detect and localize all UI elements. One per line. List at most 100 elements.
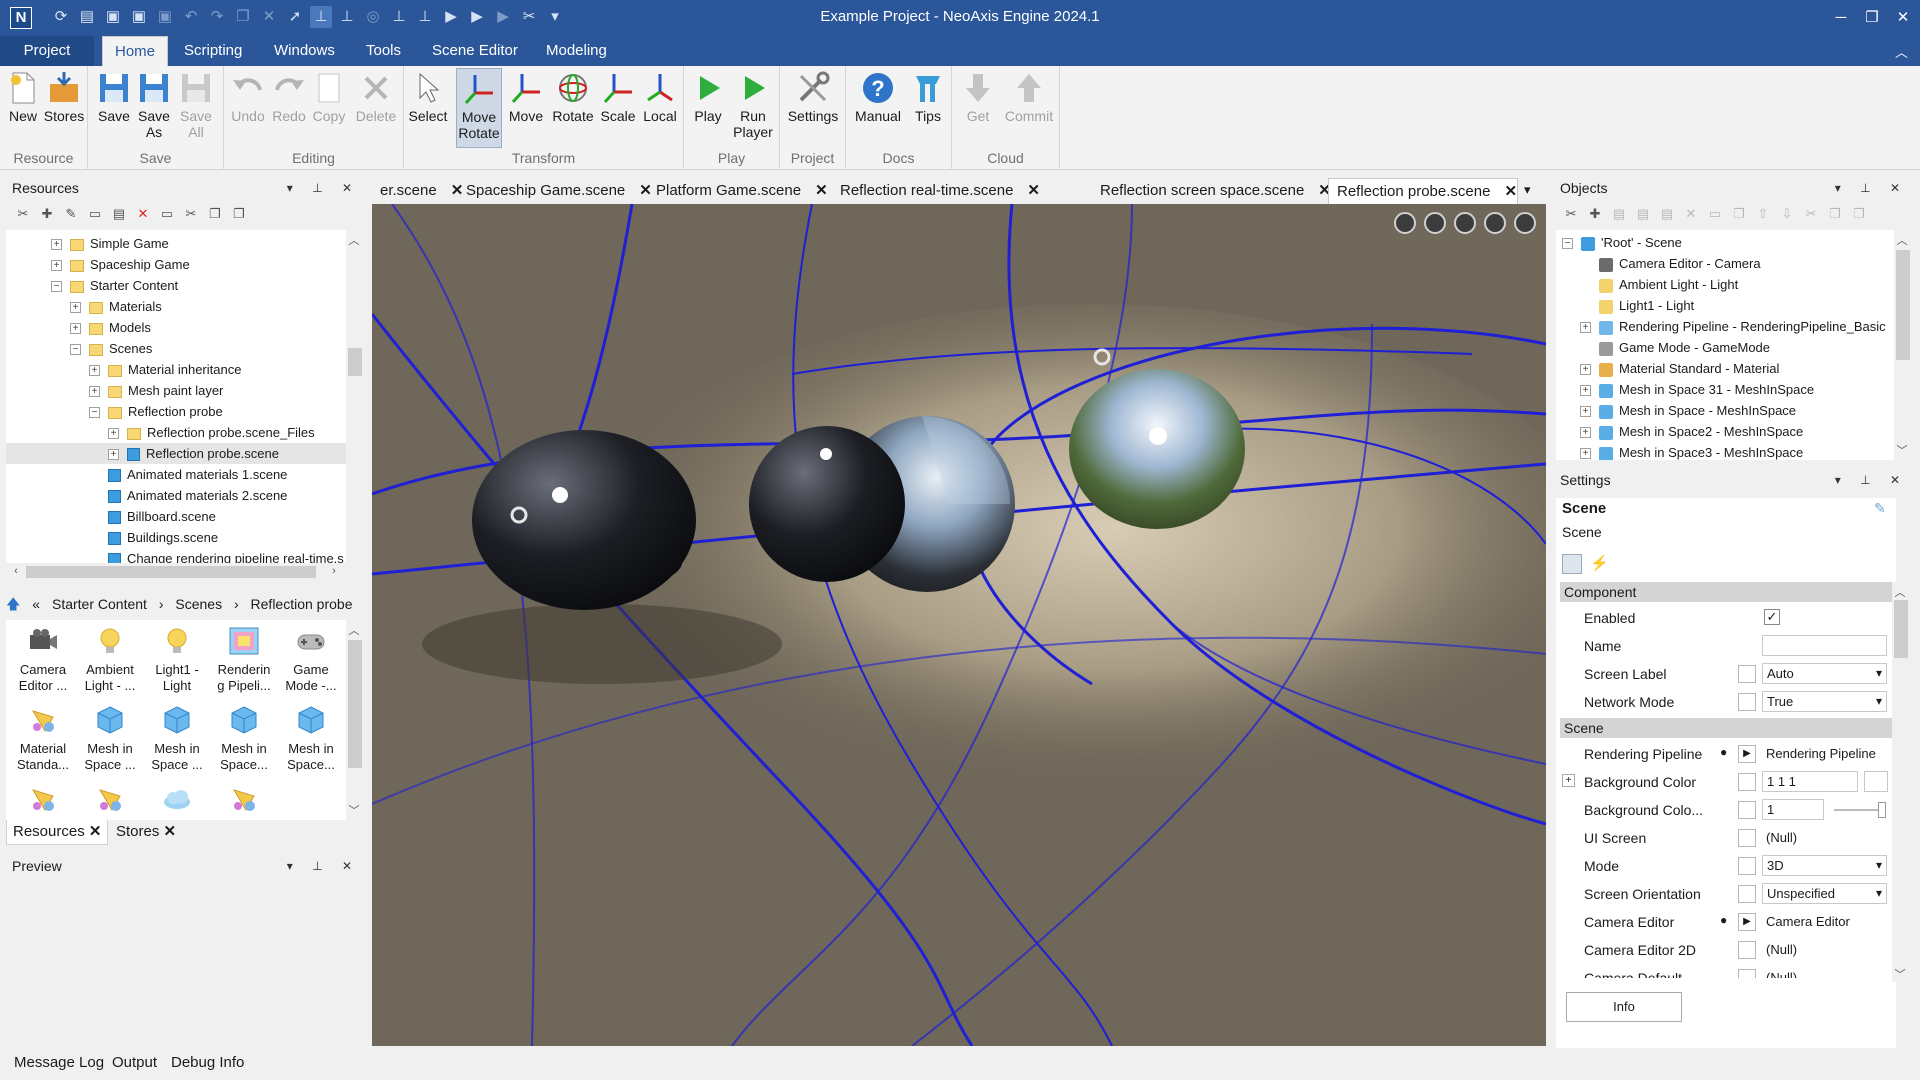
tab-scripting[interactable]: Scripting <box>172 36 254 66</box>
expand-icon[interactable]: + <box>1580 364 1591 376</box>
panel-controls[interactable]: ▾ ⊥ ✕ <box>1835 176 1908 200</box>
panel-controls[interactable]: ▾ ⊥ ✕ <box>287 176 360 200</box>
add-icon[interactable]: ✚ <box>1586 205 1604 223</box>
lighting-icon[interactable] <box>1454 212 1476 234</box>
panel-controls[interactable]: ▾ ⊥ ✕ <box>287 854 360 878</box>
resource-grid-item[interactable] <box>10 784 76 820</box>
copy-icon[interactable]: ❐ <box>206 205 224 223</box>
expand-icon[interactable]: + <box>1580 385 1591 397</box>
camera-default-reset[interactable] <box>1738 969 1756 978</box>
category-component[interactable]: Component <box>1560 582 1892 602</box>
name-field[interactable] <box>1762 635 1887 656</box>
resource-grid-item[interactable]: Game Mode -... <box>278 626 344 694</box>
tab-debug-info[interactable]: Debug Info <box>171 1054 244 1071</box>
expand-icon[interactable]: + <box>1580 427 1591 439</box>
camera-icon[interactable] <box>1514 212 1536 234</box>
manual-button[interactable]: ? Manual <box>852 68 904 148</box>
panel-controls[interactable]: ▾ ⊥ ✕ <box>1835 468 1908 492</box>
minimize-button[interactable]: ─ <box>1827 6 1855 30</box>
tab-project[interactable]: Project <box>0 36 94 66</box>
object-tree-item[interactable]: − 'Root' - Scene <box>1556 232 1682 253</box>
edit-icon[interactable]: ▤ <box>1610 205 1628 223</box>
copy-button[interactable]: Copy <box>310 68 348 148</box>
object-tree-item[interactable]: Ambient Light - Light <box>1556 274 1738 295</box>
tree-item[interactable]: Change rendering pipeline real-time.s <box>6 548 346 563</box>
ui-screen-reset[interactable] <box>1738 829 1756 847</box>
info-button[interactable]: Info <box>1566 992 1682 1022</box>
tree-item[interactable]: + Reflection probe.scene_Files <box>6 422 346 443</box>
tree-item[interactable]: + Models <box>6 317 346 338</box>
resource-grid-item[interactable] <box>77 784 143 820</box>
network-mode-reset[interactable] <box>1738 693 1756 711</box>
breadcrumb-starter-content[interactable]: Starter Content <box>52 596 147 612</box>
tab-message-log[interactable]: Message Log <box>14 1054 104 1071</box>
resources-tree-scrollbar[interactable]: ︿ <box>346 230 364 563</box>
expand-icon[interactable]: + <box>51 239 62 251</box>
display-icon[interactable] <box>1424 212 1446 234</box>
collapse-icon[interactable]: − <box>70 344 81 356</box>
expand-icon[interactable]: + <box>1580 406 1591 418</box>
view-mode-icon[interactable] <box>1394 212 1416 234</box>
doc-tab[interactable]: Reflection screen space.scene ✕ <box>1092 178 1331 204</box>
scrollbar-thumb[interactable] <box>1894 600 1908 658</box>
resource-grid-item[interactable] <box>211 784 277 820</box>
clone-icon[interactable]: ❐ <box>1730 205 1748 223</box>
tree-item[interactable]: + Simple Game <box>6 233 346 254</box>
settings-scrollbar[interactable]: ︿ ﹀ <box>1892 582 1910 982</box>
scroll-up-icon[interactable]: ︿ <box>1892 584 1908 600</box>
delete-icon[interactable]: ✕ <box>134 205 152 223</box>
play-button[interactable]: Play <box>688 68 728 148</box>
tree-item[interactable]: + Spaceship Game <box>6 254 346 275</box>
scroll-up-icon[interactable]: ︿ <box>346 622 362 638</box>
screen-label-select[interactable]: Auto <box>1762 663 1887 684</box>
copy-icon[interactable]: ❐ <box>1826 205 1844 223</box>
scroll-up-icon[interactable]: ︿ <box>346 232 362 248</box>
expand-icon[interactable]: + <box>1580 448 1591 460</box>
tab-tools[interactable]: Tools <box>354 36 413 66</box>
tab-output[interactable]: Output <box>112 1054 157 1071</box>
object-tree-item[interactable]: + Mesh in Space - MeshInSpace <box>1556 400 1796 421</box>
screen-label-reset[interactable] <box>1738 665 1756 683</box>
move-rotate-button[interactable]: Move Rotate <box>456 68 502 148</box>
local-button[interactable]: Local <box>640 68 680 148</box>
tools-icon[interactable]: ✂ <box>1562 205 1580 223</box>
paste-icon[interactable]: ❐ <box>1850 205 1868 223</box>
up-arrow-icon[interactable]: 🡅 <box>6 596 20 612</box>
object-tree-item[interactable]: + Material Standard - Material <box>1556 358 1779 379</box>
expand-icon[interactable]: + <box>108 428 119 440</box>
resource-grid-item[interactable]: Ambient Light - ... <box>77 626 143 694</box>
expand-icon[interactable]: + <box>1562 774 1575 787</box>
collapse-icon[interactable]: − <box>51 281 62 293</box>
resource-grid-item[interactable]: Light1 - Light <box>144 626 210 694</box>
paste-icon[interactable]: ❐ <box>230 205 248 223</box>
settings-options-icon[interactable]: ✎ <box>1874 500 1886 517</box>
rename-icon[interactable]: ▭ <box>158 205 176 223</box>
tree-item[interactable]: Buildings.scene <box>6 527 346 548</box>
edit-icon[interactable]: ✎ <box>62 205 80 223</box>
expand-icon[interactable]: + <box>51 260 62 272</box>
resource-grid-item[interactable]: Camera Editor ... <box>10 626 76 694</box>
expand-icon[interactable]: + <box>1580 322 1591 334</box>
enabled-checkbox[interactable]: ✓ <box>1764 609 1780 625</box>
resource-grid-item[interactable]: Material Standa... <box>10 705 76 773</box>
doc-tab[interactable]: er.scene ✕ <box>372 178 463 204</box>
resources-grid-scrollbar[interactable]: ︿ ﹀ <box>346 620 364 820</box>
undo-button[interactable]: Undo <box>228 68 268 148</box>
delete-icon[interactable]: ✕ <box>1682 205 1700 223</box>
scroll-left-icon[interactable]: ‹ <box>8 565 24 577</box>
new-icon[interactable]: ▤ <box>1634 205 1652 223</box>
tree-item[interactable]: Billboard.scene <box>6 506 346 527</box>
object-tree-item[interactable]: Game Mode - GameMode <box>1556 337 1770 358</box>
settings-button[interactable]: Settings <box>784 68 842 148</box>
get-button[interactable]: Get <box>958 68 998 148</box>
rotate-button[interactable]: Rotate <box>550 68 596 148</box>
properties-icon[interactable] <box>1562 554 1582 574</box>
scroll-up-icon[interactable]: ︿ <box>1894 232 1910 248</box>
save-as-button[interactable]: Save As <box>136 68 172 148</box>
background-color-reset[interactable] <box>1738 773 1756 791</box>
tree-item[interactable]: + Material inheritance <box>6 359 346 380</box>
expand-icon[interactable]: + <box>70 302 81 314</box>
tree-item[interactable]: − Reflection probe <box>6 401 346 422</box>
stores-button[interactable]: Stores <box>42 68 86 148</box>
color-swatch[interactable] <box>1864 771 1888 792</box>
